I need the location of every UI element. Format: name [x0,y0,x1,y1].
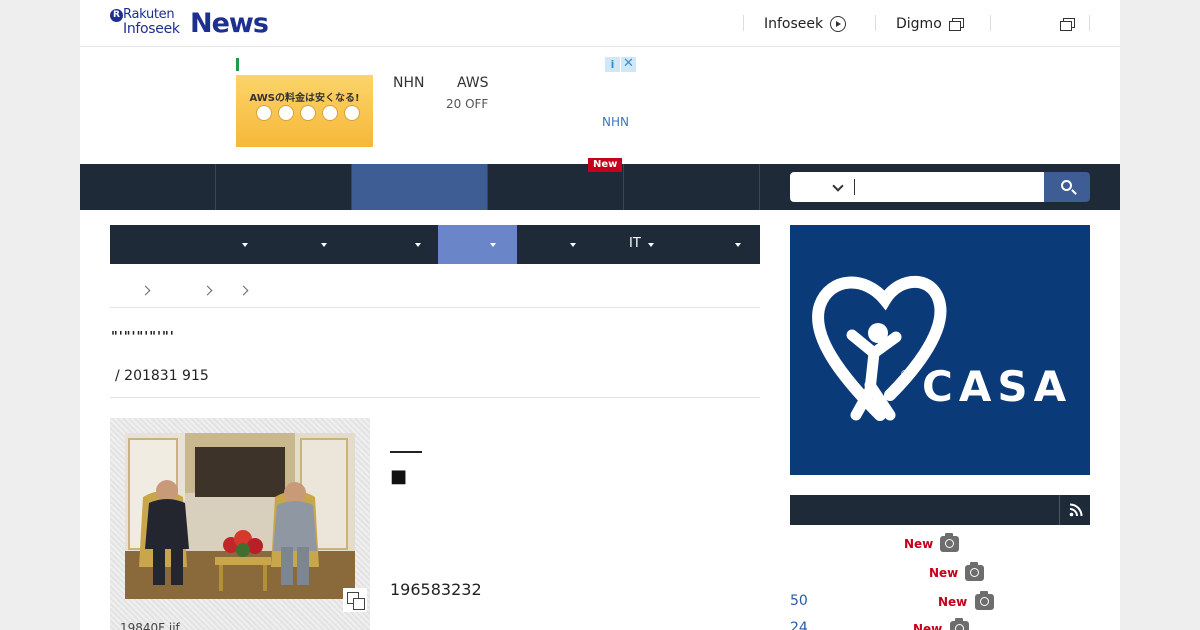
infoseek-link[interactable]: Infoseek [764,14,847,34]
ranking-number: 50 [790,593,808,609]
window-icon [948,18,964,31]
circle-arrow-icon [830,16,847,32]
new-label: New [929,566,959,580]
search-input[interactable] [852,172,1044,202]
new-label: New [938,595,968,609]
ad-image-badges [256,105,360,121]
rss-icon[interactable] [1069,503,1083,517]
ad-close-icon[interactable]: ✕ [621,57,636,72]
new-badge: New [588,158,623,172]
rakuten-r-icon: R [110,9,123,22]
search-button[interactable] [1044,172,1090,202]
ad-image-title: AWSの料金は安くなる! [249,93,360,104]
camera-icon [975,591,994,610]
ad-sponsor[interactable]: NHN [602,115,629,129]
photo-caption: 19840F ijf... [120,621,191,630]
header-divider [1089,15,1090,31]
ranking-item[interactable]: New [790,562,1090,586]
caret-down-icon [321,243,327,247]
caret-down-icon [490,243,496,247]
search-bar [790,172,1090,202]
article-title: "'"'"'"'"' [111,330,175,345]
window-icon [1060,18,1075,31]
article-body-text: 196583232 [390,580,482,599]
main-nav-item[interactable] [216,164,352,210]
ad-title-nhn[interactable]: NHN [393,75,424,91]
logo-rakuten-text: Rakuten [123,7,175,22]
infoseek-link-label: Infoseek [764,16,824,32]
chevron-right-icon [202,285,213,296]
svg-text:®: ® [900,369,910,380]
ranking-item[interactable]: New [790,533,1090,557]
article-photo-image [125,433,355,599]
chevron-right-icon [238,285,249,296]
digmo-link[interactable]: Digmo [896,14,964,34]
main-nav-item[interactable] [624,164,760,210]
subnav-item[interactable] [330,225,438,264]
subnav-item[interactable] [667,225,760,264]
logo-news-text: News [190,8,269,39]
ranking-item[interactable]: 50 New [790,591,1090,615]
camera-icon [950,618,969,630]
casa-ad-banner[interactable]: ® CASA [790,225,1090,475]
category-subnav: IT [110,225,760,264]
chevron-right-icon [140,285,151,296]
ad-title-aws[interactable]: AWS [457,75,489,91]
header-divider [990,15,991,31]
camera-icon [940,533,959,552]
ad-image[interactable]: AWSの料金は安くなる! [236,75,373,147]
rakuten-infoseek-news-logo[interactable]: R Rakuten Infoseek News [110,7,270,39]
main-nav-item-active[interactable] [352,164,488,210]
ranking-header-divider [1059,495,1060,525]
caret-down-icon [735,243,741,247]
header-divider [875,15,876,31]
article-meta: / 201831 915 [115,368,209,384]
chevron-down-icon [832,180,844,192]
external-link[interactable] [1053,14,1075,34]
subnav-item[interactable] [110,225,260,264]
digmo-link-label: Digmo [896,16,942,32]
article-divider [110,397,760,398]
camera-icon [965,562,984,581]
article-photo[interactable] [125,433,355,599]
ad-subtitle: 20 OFF [446,97,489,111]
ad-marker [236,58,239,71]
article-rule [390,451,422,453]
breadcrumb [110,278,760,308]
caret-down-icon [648,243,654,247]
caret-down-icon [415,243,421,247]
expand-photo-icon[interactable] [343,588,367,612]
new-label: New [904,537,934,551]
header-divider [743,15,744,31]
ranking-number: 24 [790,620,808,630]
new-label: New [913,622,943,630]
site-header: R Rakuten Infoseek News Infoseek Digmo [80,0,1120,47]
text-caret [854,179,855,195]
casa-brand-text: CASA [922,362,1072,411]
main-nav-item[interactable] [80,164,216,210]
subnav-item[interactable] [517,225,617,264]
page: R Rakuten Infoseek News Infoseek Digmo A… [80,0,1120,630]
caret-down-icon [570,243,576,247]
subnav-item-active[interactable] [438,225,517,264]
ranking-item[interactable]: 24 New [790,618,1090,630]
subnav-item[interactable] [260,225,330,264]
article-photo-frame: 19840F ijf... [110,418,370,630]
logo-infoseek-text: Infoseek [123,21,180,37]
search-category-select[interactable] [790,172,852,202]
article-bullet: ■ [390,466,408,487]
ranking-header [790,495,1090,525]
ad-info-icon[interactable]: i [605,57,620,72]
subnav-item-it[interactable]: IT [617,225,667,264]
sponsored-ad[interactable]: AWSの料金は安くなる! NHN AWS 20 OFF NHN i ✕ [236,57,638,149]
ad-choices: i ✕ [605,57,637,73]
caret-down-icon [242,243,248,247]
casa-logo: ® CASA [812,275,1072,421]
search-icon [1061,180,1072,191]
